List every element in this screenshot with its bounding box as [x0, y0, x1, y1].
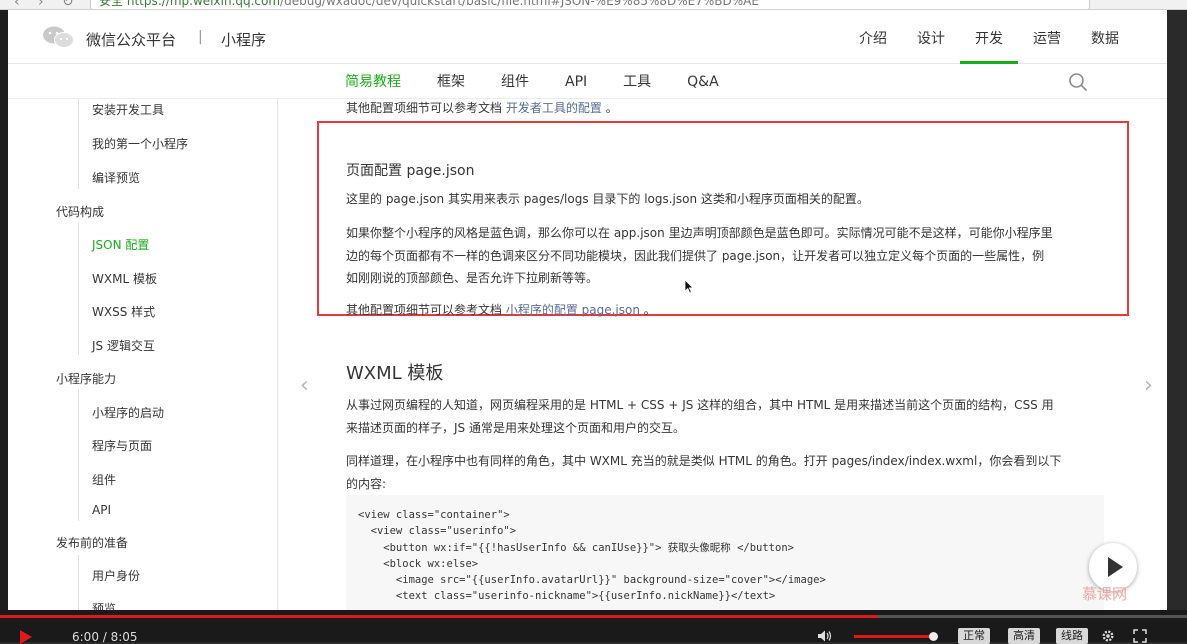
sidebar-item-user-identity[interactable]: 用户身份 [92, 567, 140, 584]
top-nav: 介绍 设计 开发 运营 数据 [844, 10, 1167, 64]
wxml-paragraph-2-line-2: 的内容: [346, 477, 387, 491]
page-json-heading: 页面配置 page.json [346, 163, 475, 179]
wxml-paragraph-2-line-1: 同样道理，在小程序中也有同样的角色，其中 WXML 充当的就是类似 HTML 的… [346, 454, 1062, 468]
address-bar[interactable]: 安全 https://mp.weixin.qq.com/debug/wxadoc… [90, 0, 1090, 9]
sidebar-item-code-structure[interactable]: 代码构成 [56, 203, 104, 220]
page-json-paragraph-2-line-3: 如刚刚说的顶部颜色、是否允许下拉刷新等等。 [346, 271, 599, 285]
doc-content: 其他配置项细节可以参考文档 开发者工具的配置 。 页面配置 page.json … [278, 99, 1167, 610]
gear-icon[interactable] [1101, 629, 1115, 643]
sidebar-item-app-launch[interactable]: 小程序的启动 [92, 404, 164, 421]
page-json-ref-text: 其他配置项细节可以参考文档 [346, 303, 506, 317]
ref-line-suffix: 。 [601, 101, 618, 115]
sidebar-item-app-and-pages[interactable]: 程序与页面 [92, 437, 152, 454]
ref-line-text: 其他配置项细节可以参考文档 [346, 101, 506, 115]
back-icon[interactable]: ‹ [14, 0, 20, 9]
sidebar-item-components[interactable]: 组件 [92, 471, 116, 488]
page-json-ref-line: 其他配置项细节可以参考文档 小程序的配置 page.json 。 [346, 299, 656, 321]
sidebar-tree-line [78, 555, 79, 610]
docs-page: 微信公众平台 | 小程序 介绍 设计 开发 运营 数据 简易教程 框架 组件 A… [8, 10, 1167, 610]
sidebar-item-json-config[interactable]: JSON 配置 [92, 236, 149, 253]
sub-nav-tutorial[interactable]: 简易教程 [345, 65, 401, 99]
code-line: <block wx:else> [358, 558, 479, 570]
code-line: <view class="container"> [358, 509, 510, 521]
code-line: <button wx:if="{{!hasUserInfo && canIUse… [358, 542, 794, 554]
sub-nav: 简易教程 框架 组件 API 工具 Q&A [345, 65, 755, 99]
sidebar-tree-line [78, 223, 79, 355]
sub-nav-qa[interactable]: Q&A [687, 65, 719, 99]
volume-knob[interactable] [929, 632, 938, 641]
right-gutter [1167, 10, 1187, 610]
secure-label: 安全 [99, 0, 124, 8]
sub-nav-framework[interactable]: 框架 [437, 65, 465, 99]
sub-nav-api[interactable]: API [565, 65, 587, 99]
sidebar-item-compile-preview[interactable]: 编译预览 [92, 169, 140, 186]
progress-fill [0, 615, 879, 618]
top-nav-operate[interactable]: 运营 [1018, 10, 1076, 64]
code-block: <view class="container"> <view class="us… [346, 495, 1104, 610]
wxml-heading: WXML 模板 [346, 363, 444, 384]
top-header: 微信公众平台 | 小程序 介绍 设计 开发 运营 数据 [8, 10, 1167, 64]
wxml-paragraph-1-line-2: 来描述页面的样子，JS 通常是用来处理这个页面和用户的交互。 [346, 421, 685, 435]
top-nav-data[interactable]: 数据 [1076, 10, 1167, 64]
volume-fill [854, 635, 930, 638]
search-icon[interactable] [1068, 72, 1088, 92]
browser-chrome: ‹ › ↻ 安全 https://mp.weixin.qq.com/debug/… [0, 0, 1187, 10]
page-json-paragraph-2-line-2: 边的每个页面都有不一样的色调来区分不同功能模块，因此我们提供了 page.jso… [346, 249, 1045, 263]
code-line: <image src="{{userInfo.avatarUrl}}" back… [358, 574, 826, 586]
top-nav-design[interactable]: 设计 [902, 10, 960, 64]
volume-icon[interactable] [818, 630, 832, 642]
volume-slider[interactable] [854, 635, 934, 638]
page-json-paragraph-2-line-1: 如果你整个小程序的风格是蓝色调，那么你可以在 app.json 里边声明顶部颜色… [346, 226, 1053, 240]
sidebar-item-install-tools[interactable]: 安装开发工具 [92, 101, 164, 118]
sub-nav-bar: 简易教程 框架 组件 API 工具 Q&A [8, 65, 1167, 99]
fullscreen-icon[interactable] [1133, 629, 1147, 643]
sidebar-item-before-release[interactable]: 发布前的准备 [56, 534, 128, 551]
code-line: <text class="userinfo-nickname">{{userIn… [358, 590, 776, 602]
page-json-ref-suffix: 。 [639, 303, 656, 317]
reload-icon[interactable]: ↻ [62, 0, 74, 9]
sidebar-item-preview[interactable]: 预览 [92, 600, 116, 610]
top-nav-intro[interactable]: 介绍 [844, 10, 902, 64]
dev-tools-config-link[interactable]: 开发者工具的配置 [506, 101, 602, 115]
next-page-arrow-icon[interactable]: › [1144, 373, 1153, 398]
forward-icon[interactable]: › [38, 0, 44, 9]
sidebar-item-api[interactable]: API [92, 503, 111, 517]
brand-separator: | [198, 29, 203, 45]
page-json-paragraph-1: 这里的 page.json 其实用来表示 pages/logs 目录下的 log… [346, 192, 869, 206]
sub-nav-tools[interactable]: 工具 [623, 65, 651, 99]
product-title[interactable]: 小程序 [221, 29, 266, 50]
progress-bar[interactable] [0, 615, 1187, 618]
watermark: 慕课网 [1082, 585, 1128, 603]
url-path: /debug/wxadoc/dev/quickstart/basic/file.… [280, 0, 759, 8]
brand-title[interactable]: 微信公众平台 [86, 29, 176, 50]
url-host: https://mp.weixin.qq.com [126, 0, 281, 8]
sidebar-tree-line [78, 99, 79, 189]
sidebar-item-js-logic[interactable]: JS 逻辑交互 [92, 337, 155, 354]
prev-page-arrow-icon[interactable]: ‹ [300, 373, 309, 398]
sidebar-item-wxss-style[interactable]: WXSS 样式 [92, 303, 155, 320]
sidebar-item-capabilities[interactable]: 小程序能力 [56, 370, 116, 387]
wxml-paragraph-1-line-1: 从事过网页编程的人知道，网页编程采用的是 HTML + CSS + JS 这样的… [346, 398, 1054, 412]
video-player-frame: ‹ › ↻ 安全 https://mp.weixin.qq.com/debug/… [0, 0, 1187, 644]
app-page-json-config-link[interactable]: 小程序的配置 page.json [506, 303, 640, 317]
code-line: <view class="userinfo"> [358, 525, 517, 537]
sidebar: 安装开发工具 我的第一个小程序 编译预览 代码构成 JSON 配置 WXML 模… [8, 99, 278, 610]
wechat-logo-icon [43, 26, 74, 48]
top-nav-develop[interactable]: 开发 [960, 10, 1018, 64]
sidebar-item-wxml-template[interactable]: WXML 模板 [92, 270, 157, 287]
sub-nav-components[interactable]: 组件 [501, 65, 529, 99]
sidebar-tree-line [78, 389, 79, 521]
sidebar-item-first-app[interactable]: 我的第一个小程序 [92, 135, 188, 152]
mouse-cursor-icon [684, 279, 694, 294]
ref-line-top: 其他配置项细节可以参考文档 开发者工具的配置 。 [346, 99, 618, 119]
